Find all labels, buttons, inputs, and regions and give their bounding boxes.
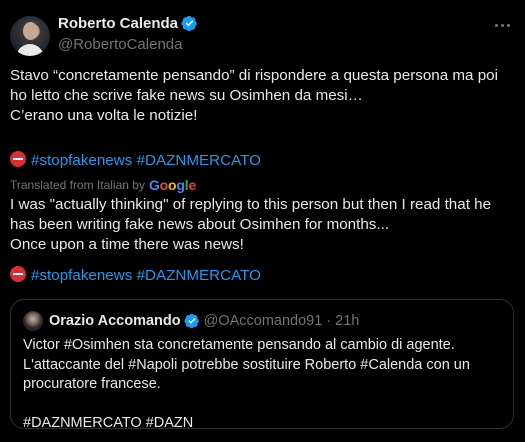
- author-name-row[interactable]: Roberto Calenda: [58, 15, 198, 32]
- quoted-tweet[interactable]: Orazio Accomando @OAccomando91 · 21h Vic…: [10, 299, 514, 431]
- hashtag-link[interactable]: #DAZNMERCATO: [137, 267, 261, 284]
- verified-badge-icon: [181, 15, 197, 32]
- more-options-icon[interactable]: [491, 14, 513, 36]
- tweet: Roberto Calenda @RobertoCalenda Stavo “c…: [0, 0, 525, 442]
- google-logo: Google: [148, 177, 197, 193]
- tweet-original-text: Stavo “concretamente pensando” di rispon…: [10, 67, 498, 124]
- verified-badge-icon: [184, 313, 199, 329]
- quoted-author-handle[interactable]: @OAccomando91: [204, 313, 323, 329]
- no-entry-emoji-icon: [10, 151, 26, 167]
- quoted-tweet-time[interactable]: 21h: [335, 313, 359, 329]
- translated-hashtags-line: #stopfakenews #DAZNMERCATO: [10, 266, 261, 286]
- quoted-tweet-header: Orazio Accomando @OAccomando91 · 21h: [23, 311, 359, 331]
- author-name[interactable]: Roberto Calenda: [58, 15, 178, 32]
- tweet-header: Roberto Calenda @RobertoCalenda: [10, 14, 515, 56]
- quoted-author-name[interactable]: Orazio Accomando: [49, 313, 181, 329]
- separator-dot: ·: [326, 313, 332, 329]
- quoted-tweet-text: Victor #Osimhen sta concretamente pensan…: [23, 337, 470, 431]
- hashtag-link[interactable]: #DAZNMERCATO: [137, 152, 261, 169]
- no-entry-emoji-icon: [10, 266, 26, 282]
- translation-attribution: Translated from Italian by Google: [10, 177, 196, 193]
- author-handle[interactable]: @RobertoCalenda: [58, 36, 182, 53]
- original-hashtags-line: #stopfakenews #DAZNMERCATO: [10, 151, 261, 171]
- quoted-author-avatar[interactable]: [23, 311, 43, 331]
- tweet-translated-text: I was "actually thinking" of replying to…: [10, 196, 492, 253]
- hashtag-link[interactable]: #stopfakenews: [31, 152, 132, 169]
- translated-label: Translated from Italian by: [10, 178, 145, 192]
- hashtag-link[interactable]: #stopfakenews: [31, 267, 132, 284]
- author-avatar[interactable]: [10, 16, 50, 56]
